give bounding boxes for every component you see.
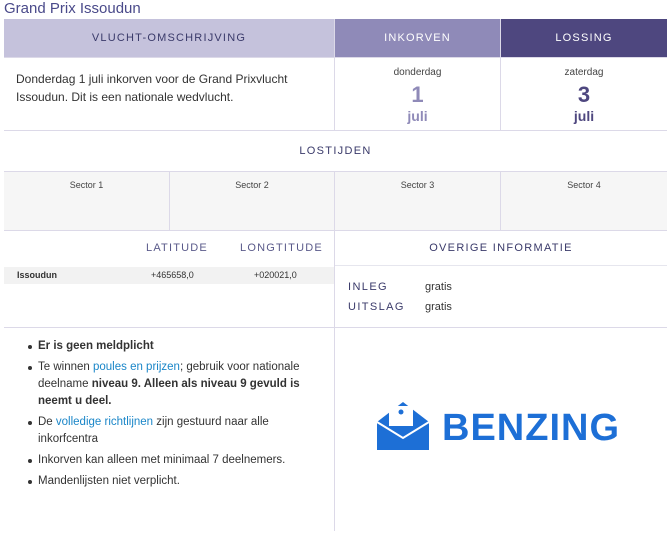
inkorven-date: donderdag 1 juli: [335, 58, 500, 130]
benzing-wordmark: BENZING: [442, 407, 620, 449]
rule-meldplicht: Er is geen meldplicht: [38, 340, 154, 352]
coordinates-section: LATITUDE LONGTITUDE Issoudun +465658,0 +…: [4, 231, 334, 327]
flight-description: Donderdag 1 juli inkorven voor de Grand …: [4, 58, 334, 130]
coordinate-row: Issoudun +465658,0 +020021,0: [4, 267, 334, 284]
rule-item: Er is geen meldplicht: [28, 338, 324, 355]
lossing-month: juli: [573, 108, 595, 124]
location-name: Issoudun: [17, 270, 57, 280]
rules-list: Er is geen meldplicht Te winnen poules e…: [28, 338, 324, 490]
poules-link[interactable]: poules en prijzen: [93, 361, 180, 373]
latitude-header: LATITUDE: [146, 242, 208, 254]
rules-section: Er is geen meldplicht Te winnen poules e…: [4, 328, 334, 531]
sector-3: Sector 3: [335, 172, 500, 230]
lossing-day: 3: [577, 82, 591, 107]
rule-item: De volledige richtlijnen zijn gestuurd n…: [28, 414, 324, 448]
richtlijnen-link[interactable]: volledige richtlijnen: [56, 416, 153, 428]
page-title: Grand Prix Issoudun: [4, 0, 141, 17]
rule-text: Te winnen: [38, 361, 93, 373]
overige-informatie: OVERIGE INFORMATIE INLEG gratis UITSLAG …: [335, 231, 667, 327]
lostijden-title: LOSTIJDEN: [4, 131, 667, 171]
uitslag-label: UITSLAG: [348, 301, 405, 313]
inleg-label: INLEG: [348, 281, 389, 293]
lossing-date: zaterdag 3 juli: [501, 58, 667, 130]
longitude-value: +020021,0: [254, 270, 297, 280]
uitslag-value: gratis: [425, 301, 452, 313]
benzing-envelope-icon: [376, 402, 430, 450]
longitude-header: LONGTITUDE: [240, 242, 323, 254]
overige-title: OVERIGE INFORMATIE: [429, 242, 573, 254]
header-lossing: LOSSING: [501, 19, 667, 57]
inkorven-day: 1: [411, 82, 424, 107]
rule-item: Te winnen poules en prijzen; gebruik voo…: [28, 359, 324, 410]
flight-table: VLUCHT-OMSCHRIJVING INKORVEN LOSSING Don…: [4, 19, 667, 531]
rule-text: Mandenlijsten niet verplicht.: [38, 475, 180, 487]
sector-1: Sector 1: [4, 172, 169, 230]
divider: [335, 265, 667, 266]
header-description: VLUCHT-OMSCHRIJVING: [4, 19, 334, 57]
sponsor-cell: BENZING: [335, 328, 667, 531]
rule-text: De: [38, 416, 56, 428]
header-inkorven: INKORVEN: [335, 19, 500, 57]
rule-text: Inkorven kan alleen met minimaal 7 deeln…: [38, 454, 286, 466]
sector-2: Sector 2: [170, 172, 334, 230]
lossing-weekday: zaterdag: [564, 67, 604, 78]
flight-card: VLUCHT-OMSCHRIJVING INKORVEN LOSSING Don…: [4, 19, 667, 531]
rule-item: Mandenlijsten niet verplicht.: [28, 473, 324, 490]
inleg-value: gratis: [425, 281, 452, 293]
benzing-logo: BENZING: [375, 398, 627, 454]
latitude-value: +465658,0: [151, 270, 194, 280]
rule-item: Inkorven kan alleen met minimaal 7 deeln…: [28, 452, 324, 469]
sector-4: Sector 4: [501, 172, 667, 230]
inkorven-weekday: donderdag: [393, 67, 442, 78]
inkorven-month: juli: [407, 108, 428, 124]
